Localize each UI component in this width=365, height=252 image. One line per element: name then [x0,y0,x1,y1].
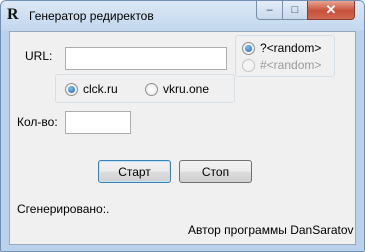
minimize-icon: – [266,4,273,16]
stop-button[interactable]: Стоп [179,160,252,183]
random-hash-radio[interactable]: #<random> [242,58,321,72]
domain-clck-radio[interactable]: clck.ru [65,82,118,96]
start-button[interactable]: Старт [98,160,171,183]
minimize-button[interactable]: – [256,1,283,20]
random-suffix-group: ?<random> #<random> [235,35,335,77]
title-bar[interactable]: R Генератор редиректов – □ ✕ [1,1,364,31]
url-input[interactable] [65,47,227,70]
url-label: URL: [25,49,53,63]
radio-checked-icon [65,82,78,96]
client-area: URL: ?<random> #<random> clck.ru vkru.on… [9,31,356,245]
close-icon: ✕ [325,2,337,17]
close-button[interactable]: ✕ [307,1,355,20]
generated-count: . [106,202,110,216]
random-hash-label: #<random> [260,58,322,72]
maximize-button[interactable]: □ [282,1,308,20]
maximize-icon: □ [291,4,299,16]
count-input[interactable] [65,111,131,134]
radio-unchecked-icon [242,58,255,72]
radio-unchecked-icon [145,82,158,96]
app-window: R Генератор редиректов – □ ✕ URL: ?<rand… [0,0,365,252]
app-logo-icon: R [7,6,19,23]
window-title: Генератор редиректов [29,9,154,23]
count-label: Кол-во: [17,115,58,129]
random-question-radio[interactable]: ?<random> [242,41,321,55]
generated-label: Сгенерировано: [17,202,107,216]
domain-vkru-radio[interactable]: vkru.one [145,82,209,96]
domain-clck-label: clck.ru [83,82,118,96]
radio-checked-icon [242,41,255,55]
domain-vkru-label: vkru.one [163,82,210,96]
domain-group: clck.ru vkru.one [55,74,235,103]
author-credit: Автор программы DanSaratov [188,223,354,237]
random-question-label: ?<random> [260,41,322,55]
